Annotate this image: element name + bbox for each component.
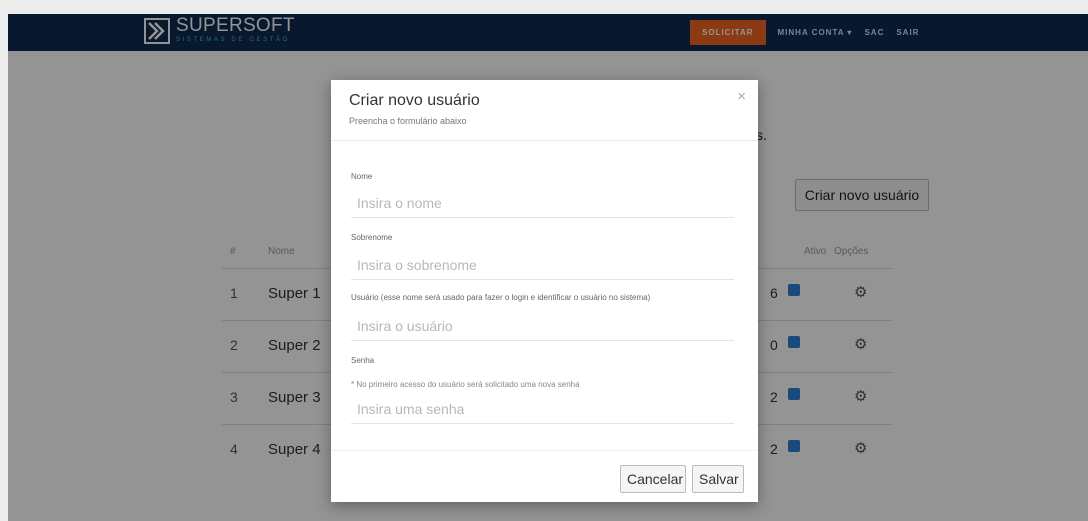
senha-hint: * No primeiro acesso do usuário será sol… (351, 380, 580, 389)
senha-input[interactable] (351, 394, 734, 424)
modal-subtitle: Preencha o formulário abaixo (349, 116, 467, 126)
create-user-modal: Criar novo usuário Preencha o formulário… (331, 80, 758, 502)
nome-label: Nome (351, 172, 373, 181)
close-icon[interactable]: × (737, 88, 746, 105)
usuario-label: Usuário (esse nome será usado para fazer… (351, 293, 651, 302)
usuario-input[interactable] (351, 311, 734, 341)
cancel-button[interactable]: Cancelar (620, 465, 686, 493)
sobrenome-input[interactable] (351, 250, 734, 280)
save-button[interactable]: Salvar (692, 465, 744, 493)
nome-input[interactable] (351, 188, 734, 218)
sobrenome-label: Sobrenome (351, 233, 393, 242)
modal-header: Criar novo usuário Preencha o formulário… (331, 80, 758, 141)
modal-title: Criar novo usuário (349, 92, 480, 109)
modal-footer: Cancelar Salvar (331, 450, 758, 503)
senha-label: Senha (351, 356, 375, 365)
